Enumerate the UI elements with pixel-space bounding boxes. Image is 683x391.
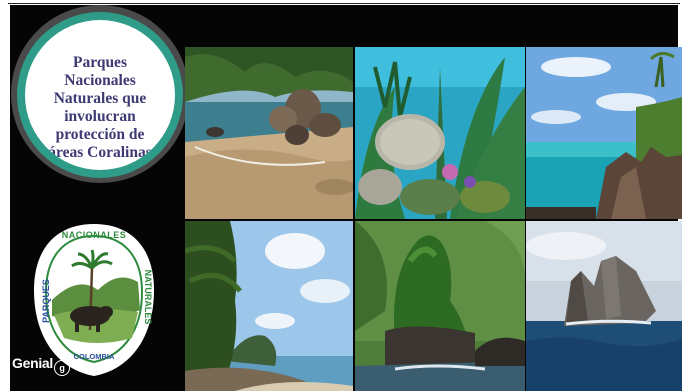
slide: Parques Nacionales Naturales que involuc… <box>0 0 683 391</box>
jungle-rock-island-photo <box>355 221 525 391</box>
title-circle: Parques Nacionales Naturales que involuc… <box>25 20 175 170</box>
palm-shore-photo <box>185 221 353 391</box>
logo-bottom-text: COLOMBIA <box>73 352 115 361</box>
beach-rocks-photo <box>185 47 353 219</box>
logo-top-text: NACIONALES <box>61 230 127 240</box>
genially-watermark[interactable]: Genial g <box>12 355 70 377</box>
top-divider <box>8 3 680 4</box>
logo-left-text: PARQUES <box>41 279 51 323</box>
coral-reef-photo <box>355 47 525 219</box>
rocky-coast-photo <box>526 47 682 219</box>
sea-rock-photo <box>526 221 682 391</box>
logo-right-text: NATURALES <box>143 269 153 325</box>
slide-title: Parques Nacionales Naturales que involuc… <box>48 54 152 161</box>
genially-g-icon: g <box>54 360 70 376</box>
genially-brand-text: Genial <box>12 355 53 371</box>
